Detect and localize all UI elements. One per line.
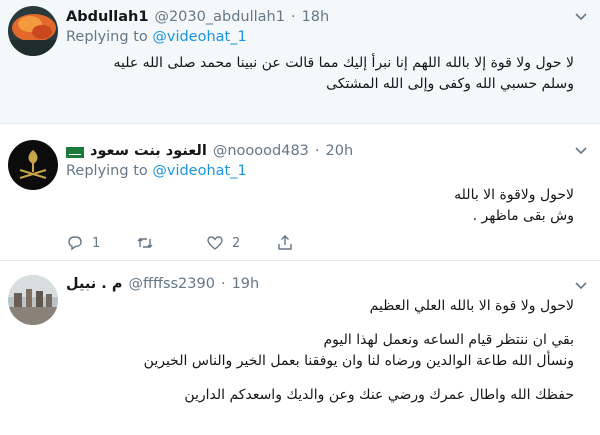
replying-to: Replying to @videohat_1 — [66, 29, 247, 45]
avatar-image — [8, 275, 58, 325]
reply-button[interactable]: 1 — [66, 234, 136, 252]
retweet-icon — [137, 238, 153, 248]
chevron-down-icon[interactable] — [574, 143, 588, 157]
heart-icon — [207, 236, 223, 250]
handle[interactable]: @ffffss2390 — [128, 276, 215, 292]
tweet-text-line: لاحول ولا قوة الا بالله العلي العظيم — [369, 298, 574, 314]
timestamp[interactable]: 20h — [326, 143, 354, 159]
separator: · — [290, 9, 296, 25]
replying-label: Replying to — [66, 163, 148, 179]
share-button[interactable] — [276, 234, 346, 252]
avatar-image — [8, 6, 58, 56]
replying-label: Replying to — [66, 29, 148, 45]
tweet-text-line: وسلم حسبي الله وكفى وإلى الله المشتكى — [326, 76, 574, 92]
avatar[interactable] — [8, 275, 58, 325]
separator: · — [314, 143, 320, 159]
reply-icon — [68, 236, 82, 251]
like-count: 2 — [232, 235, 241, 251]
tweet[interactable]: م . نبيل @ffffss2390 · 19h لاحول ولا قوة… — [0, 262, 600, 435]
avatar[interactable] — [8, 6, 58, 56]
tweet-header: م . نبيل @ffffss2390 · 19h — [66, 273, 570, 295]
reply-thread: Abdullah1 @2030_abdullah1 · 18h Replying… — [0, 0, 600, 435]
chevron-down-icon[interactable] — [574, 9, 588, 23]
avatar[interactable] — [8, 140, 58, 190]
display-name[interactable]: العنود بنت سعود — [90, 143, 207, 159]
separator: · — [220, 276, 226, 292]
chevron-down-icon[interactable] — [574, 278, 588, 292]
tweet-header: Abdullah1 @2030_abdullah1 · 18h — [66, 6, 570, 28]
timestamp[interactable]: 18h — [302, 9, 330, 25]
avatar-image — [8, 140, 58, 190]
tweet[interactable]: العنود بنت سعود @nooood483 · 20h Replyin… — [0, 125, 600, 261]
tweet-text: لاحول ولا قوة الا بالله العلي العظيم بقي… — [66, 296, 574, 406]
replying-to: Replying to @videohat_1 — [66, 163, 247, 179]
retweet-button[interactable] — [136, 234, 206, 252]
tweet-text-line: بقي ان ننتظر قيام الساعه ونعمل لهذا اليو… — [323, 332, 575, 348]
tweet-text-line: لاحول ولاقوة الا بالله — [454, 187, 574, 203]
display-name[interactable]: Abdullah1 — [66, 9, 148, 25]
tweet-text: لا حول ولا قوة إلا بالله اللهم إنا نبرأ … — [66, 53, 574, 95]
tweet-text-line: ونسأل الله طاعة الوالدين ورضاه لنا وان ي… — [143, 353, 574, 369]
like-button[interactable]: 2 — [206, 234, 276, 252]
tweet-text-line: حفظك الله واطال عمرك ورضي عنك وعن والديك… — [184, 387, 574, 403]
replying-to-link[interactable]: @videohat_1 — [152, 163, 246, 179]
display-name[interactable]: م . نبيل — [66, 276, 122, 292]
saudi-flag-icon — [66, 146, 84, 158]
handle[interactable]: @nooood483 — [213, 143, 309, 159]
tweet[interactable]: Abdullah1 @2030_abdullah1 · 18h Replying… — [0, 0, 600, 124]
tweet-header: العنود بنت سعود @nooood483 · 20h — [66, 140, 570, 162]
handle[interactable]: @2030_abdullah1 — [154, 9, 285, 25]
reply-count: 1 — [92, 235, 101, 251]
tweet-text-line: لا حول ولا قوة إلا بالله اللهم إنا نبرأ … — [113, 55, 574, 71]
replying-to-link[interactable]: @videohat_1 — [152, 29, 246, 45]
tweet-text-line: وش بقى ماظهر . — [472, 208, 574, 224]
tweet-actions: 1 2 — [66, 233, 406, 253]
tweet-text: لاحول ولاقوة الا بالله وش بقى ماظهر . — [66, 185, 574, 227]
share-icon — [278, 235, 292, 250]
timestamp[interactable]: 19h — [232, 276, 260, 292]
